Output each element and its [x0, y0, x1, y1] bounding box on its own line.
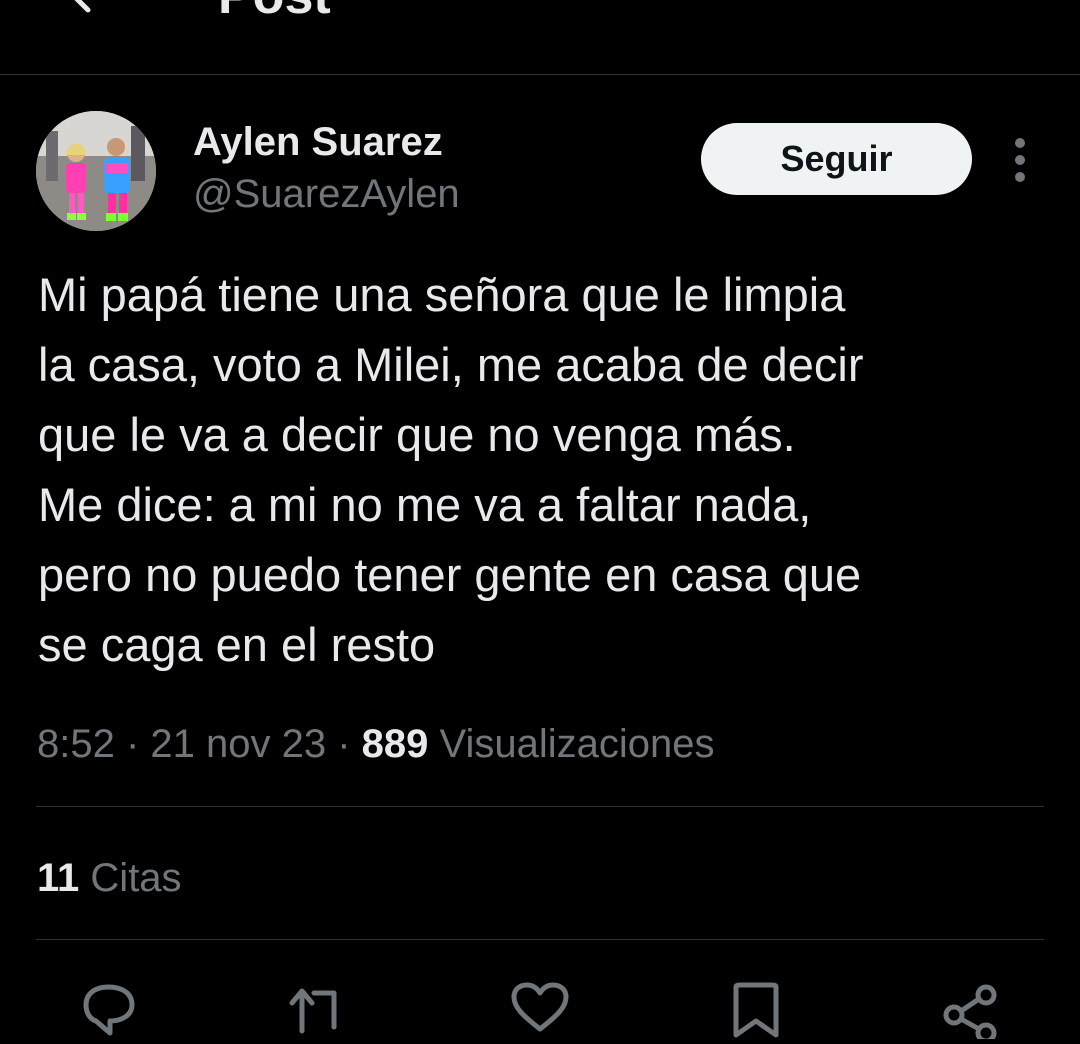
- more-options-button[interactable]: [1000, 138, 1040, 182]
- tweet-text-line: se caga en el resto: [38, 618, 436, 671]
- like-button[interactable]: [508, 975, 572, 1039]
- tweet-text-line: Mi papá tiene una señora que le limpia: [38, 268, 846, 321]
- reply-button[interactable]: [76, 975, 140, 1039]
- meta-separator: ·: [114, 722, 151, 766]
- meta-separator: ·: [326, 722, 362, 766]
- user-avatar: [36, 111, 156, 231]
- bookmark-icon: [733, 982, 779, 1038]
- back-button[interactable]: [58, 0, 106, 18]
- tweet-text-line: Me dice: a mi no me va a faltar nada,: [38, 478, 812, 531]
- tweet-date[interactable]: 21 nov 23: [150, 722, 326, 766]
- share-button[interactable]: [940, 975, 1004, 1044]
- quotes-label: Citas: [90, 856, 182, 900]
- divider: [36, 806, 1044, 807]
- arrow-left-icon: [74, 0, 91, 13]
- page-title: Post: [218, 0, 331, 22]
- author-display-name[interactable]: Aylen Suarez: [193, 118, 443, 166]
- follow-button[interactable]: Seguir: [701, 123, 972, 195]
- tweet-text-line: pero no puedo tener gente en casa que: [38, 548, 862, 601]
- divider: [36, 939, 1044, 940]
- like-icon: [511, 982, 569, 1032]
- quotes-count: 11: [37, 856, 80, 900]
- avatar[interactable]: [36, 111, 156, 231]
- quotes-stat[interactable]: 11 Citas: [37, 852, 182, 904]
- repost-button[interactable]: [286, 975, 350, 1039]
- tweet-time[interactable]: 8:52: [37, 722, 115, 766]
- top-bar: Post: [0, 0, 1080, 75]
- views-count: 889: [361, 722, 429, 766]
- action-bar: [0, 975, 1080, 1044]
- author-handle[interactable]: @SuarezAylen: [193, 170, 460, 218]
- more-vertical-icon: [1015, 138, 1025, 182]
- bookmark-button[interactable]: [724, 975, 788, 1039]
- tweet-meta: 8:52 · 21 nov 23 · 889 Visualizaciones: [37, 718, 715, 770]
- share-icon: [943, 984, 997, 1044]
- tweet-text-line: que le va a decir que no venga más.: [38, 408, 796, 461]
- tweet-text-line: la casa, voto a Milei, me acaba de decir: [38, 338, 864, 391]
- tweet-text: Mi papá tiene una señora que le limpia l…: [38, 260, 1048, 680]
- views-label: Visualizaciones: [439, 722, 715, 766]
- repost-icon: [289, 988, 337, 1034]
- reply-icon: [83, 984, 135, 1036]
